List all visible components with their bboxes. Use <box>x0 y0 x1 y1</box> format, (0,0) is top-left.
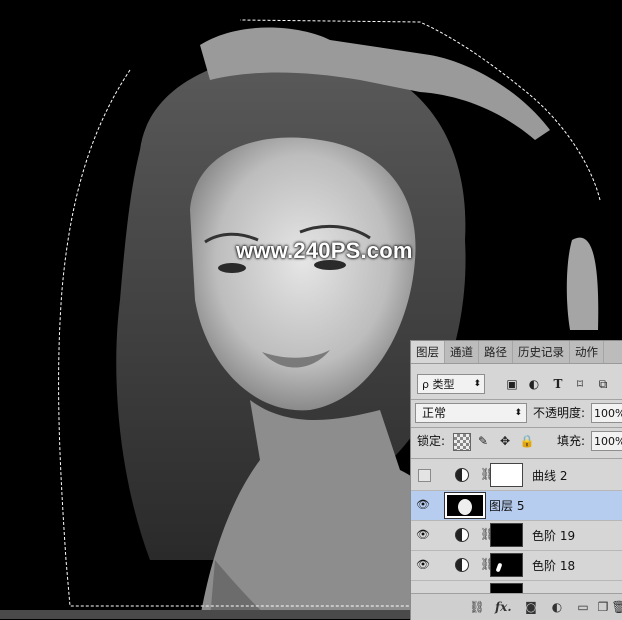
link-layers-icon[interactable]: ⛓ <box>469 599 485 615</box>
new-adjustment-icon[interactable]: ◐ <box>549 599 565 615</box>
curves-adjustment-icon <box>455 468 469 482</box>
opacity-value: 100% <box>594 407 622 420</box>
filter-kind-select[interactable]: ρ 类型 ⬍ <box>417 374 485 394</box>
opacity-label: 不透明度: <box>533 406 586 420</box>
layer-row-layer-5[interactable]: 👁 图层 5 <box>411 491 622 521</box>
delete-layer-icon[interactable]: 🗑 <box>611 599 622 615</box>
watermark-text: www.240PS.com <box>236 238 413 263</box>
levels-adjustment-icon <box>455 528 469 542</box>
layer-row-levels-18[interactable]: 👁 ⛓ 色阶 18 <box>411 551 622 581</box>
image-filter-icon[interactable]: ▣ <box>504 376 520 392</box>
chevron-updown-icon: ⬍ <box>473 379 481 389</box>
lock-image-icon[interactable]: ✎ <box>475 433 491 449</box>
panel-tabs: 图层 通道 路径 历史记录 动作 <box>411 341 622 364</box>
add-mask-icon[interactable]: ◙ <box>523 599 539 615</box>
eye-icon[interactable]: 👁 <box>416 558 430 572</box>
layers-panel: 图层 通道 路径 历史记录 动作 ρ 类型 ⬍ ▣ ◐ T ⌑ ⧉ 正常 ⬍ 不… <box>410 340 622 620</box>
lock-all-icon[interactable]: 🔒 <box>519 433 535 449</box>
smart-object-filter-icon[interactable]: ⧉ <box>595 376 611 392</box>
shape-filter-icon[interactable]: ⌑ <box>572 376 588 392</box>
fill-value: 100% <box>594 435 622 448</box>
tab-actions[interactable]: 动作 <box>570 341 604 363</box>
new-group-icon[interactable]: ▭ <box>575 599 591 615</box>
fx-icon[interactable]: fx. <box>495 599 512 615</box>
new-layer-icon[interactable]: ❐ <box>595 599 611 615</box>
layer-row-curves-2[interactable]: ⛓ 曲线 2 <box>411 461 622 491</box>
eye-icon[interactable]: 👁 <box>416 498 430 512</box>
layer-row-levels-19[interactable]: 👁 ⛓ 色阶 19 <box>411 521 622 551</box>
type-filter-icon[interactable]: T <box>550 376 566 392</box>
filter-kind-label: ρ 类型 <box>422 378 455 391</box>
chevron-updown-icon: ⬍ <box>514 408 522 418</box>
layer-name: 曲线 2 <box>532 469 568 483</box>
lock-transparent-icon[interactable] <box>453 433 471 451</box>
thumbnail-preview <box>458 499 472 515</box>
layers-bottom-bar: ⛓ fx. ◙ ◐ ▭ ❐ 🗑 <box>411 593 622 620</box>
lock-label: 锁定: <box>417 434 446 448</box>
blend-mode-value: 正常 <box>422 406 447 420</box>
visibility-toggle[interactable] <box>418 469 431 482</box>
layer-name: 色阶 19 <box>532 529 576 543</box>
adjustment-filter-icon[interactable]: ◐ <box>526 376 542 392</box>
blend-mode-select[interactable]: 正常 ⬍ <box>415 403 527 423</box>
tab-paths[interactable]: 路径 <box>479 341 513 363</box>
opacity-input[interactable]: 100% <box>591 403 622 423</box>
fill-label: 填充: <box>557 434 586 448</box>
lock-position-icon[interactable]: ✥ <box>497 433 513 449</box>
tab-layers[interactable]: 图层 <box>411 341 445 363</box>
tab-history[interactable]: 历史记录 <box>513 341 570 363</box>
layer-name: 色阶 18 <box>532 559 576 573</box>
levels-adjustment-icon <box>455 558 469 572</box>
eye-icon[interactable]: 👁 <box>416 528 430 542</box>
layer-mask-thumbnail[interactable] <box>490 463 523 487</box>
layer-mask-thumbnail[interactable] <box>490 523 523 547</box>
layer-name: 图层 5 <box>489 499 525 513</box>
tab-channels[interactable]: 通道 <box>445 341 479 363</box>
layer-mask-thumbnail[interactable] <box>490 553 523 577</box>
layer-thumbnail[interactable] <box>444 492 486 519</box>
fill-input[interactable]: 100% <box>591 431 622 451</box>
mask-white-spot <box>495 562 503 573</box>
